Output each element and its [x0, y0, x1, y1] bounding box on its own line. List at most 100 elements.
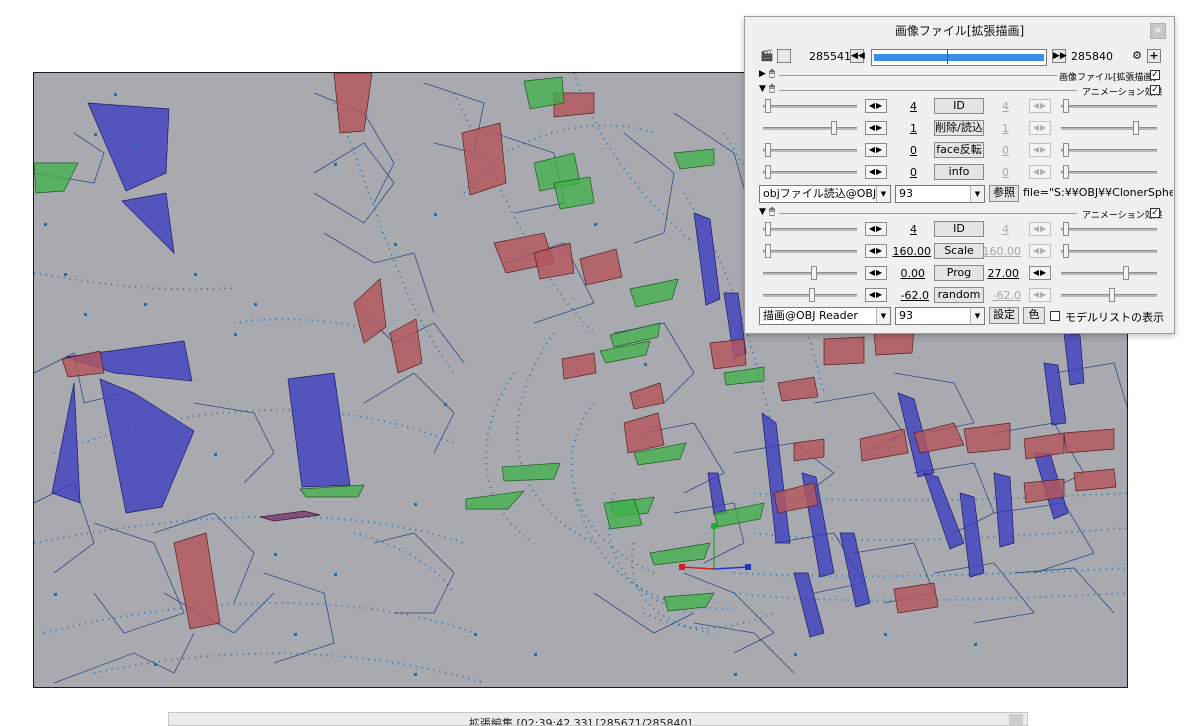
frame-range-fill [874, 54, 1044, 61]
extended-edit-close-button[interactable] [1009, 714, 1023, 725]
section-divider [779, 75, 1057, 76]
number-select[interactable]: 93 ▼ [895, 185, 985, 203]
slider-track[interactable] [763, 105, 857, 108]
mouse-icon: 🖱 [769, 68, 775, 79]
effect-select[interactable]: 描画@OBJ Reader ▼ [759, 307, 891, 325]
slider-track[interactable] [763, 228, 857, 231]
start-frame: 285541 [809, 50, 851, 63]
extended-edit-window: 拡張編集 [02:39:42.33] [285671/285840] [168, 712, 1028, 726]
value-stepper[interactable]: ◀▶ [1029, 266, 1051, 280]
slider-thumb[interactable] [1123, 266, 1129, 280]
slider-thumb[interactable] [831, 121, 837, 135]
model-list-label: モデルリストの表示 [1065, 311, 1164, 324]
slider-track[interactable] [763, 149, 857, 152]
track-value-right: 0 [1002, 144, 1009, 157]
slider-thumb[interactable] [811, 266, 817, 280]
slider-thumb [1063, 143, 1069, 157]
value-stepper-disabled: ◀▶ [1029, 222, 1051, 236]
chevron-down-icon: ▼ [876, 186, 890, 202]
slider-track[interactable] [763, 127, 857, 130]
slider-thumb[interactable] [765, 165, 771, 179]
section-divider [779, 213, 1077, 214]
section-checkbox-image-file[interactable]: ✓ [1150, 70, 1160, 80]
file-path-text: file="S:¥¥OBJ¥¥ClonerSphere [1023, 186, 1173, 199]
track-value-right: 1 [1002, 122, 1009, 135]
slider-thumb [1063, 222, 1069, 236]
track-value-right: -62.0 [992, 289, 1021, 302]
number-select-value: 93 [899, 187, 913, 200]
slider-thumb[interactable] [765, 244, 771, 258]
effect-select[interactable]: objファイル読込@OBJ Rea ▼ [759, 185, 891, 203]
current-frame-marker[interactable] [947, 49, 948, 64]
clapper-icon[interactable]: 🎬 [759, 49, 774, 63]
slider-thumb [1063, 165, 1069, 179]
slider-thumb[interactable] [765, 222, 771, 236]
track-value-right: 4 [1002, 100, 1009, 113]
slider-track[interactable] [763, 171, 857, 174]
track-value-left[interactable]: 0 [867, 166, 917, 179]
slider-thumb [1063, 99, 1069, 113]
slider-thumb [1133, 121, 1139, 135]
value-stepper-disabled: ◀▶ [1029, 165, 1051, 179]
prev-keyframe-icon[interactable]: ◀◀ [850, 49, 865, 63]
collapse-arrow-icon[interactable]: ▶ [759, 69, 766, 79]
slider-track [1061, 127, 1157, 130]
track-value-left[interactable]: 1 [867, 122, 917, 135]
effect-select-value: objファイル読込@OBJ Rea [763, 187, 891, 200]
gear-icon[interactable]: ⚙ [1130, 49, 1144, 63]
track-value-left[interactable]: -62.0 [879, 289, 929, 302]
track-value-left[interactable]: 160.00 [881, 245, 932, 258]
slider-track [1061, 250, 1157, 253]
slider-thumb [1063, 244, 1069, 258]
add-button[interactable]: + [1147, 49, 1161, 63]
value-stepper-disabled: ◀▶ [1029, 121, 1051, 135]
slider-thumb[interactable] [765, 99, 771, 113]
track-value-left[interactable]: 4 [867, 223, 917, 236]
track-value-right[interactable]: 27.00 [969, 267, 1020, 280]
slider-thumb[interactable] [765, 143, 771, 157]
value-stepper-disabled: ◀▶ [1029, 288, 1051, 302]
mouse-icon: 🖱 [769, 83, 775, 94]
effect-select-value: 描画@OBJ Reader [763, 309, 858, 322]
slider-thumb[interactable] [809, 288, 815, 302]
chevron-down-icon: ▼ [970, 186, 984, 202]
slider-thumb [1109, 288, 1115, 302]
next-keyframe-icon[interactable]: ▶▶ [1052, 49, 1067, 63]
track-value-left[interactable]: 4 [867, 100, 917, 113]
slider-track [1061, 105, 1157, 108]
slider-track[interactable] [763, 272, 857, 275]
track-value-right: 0 [1002, 166, 1009, 179]
mouse-icon: 🖱 [769, 206, 775, 217]
value-stepper-disabled: ◀▶ [1029, 99, 1051, 113]
section-label-image-file: 画像ファイル[拡張描画] [1059, 73, 1157, 83]
model-list-checkbox[interactable] [1050, 311, 1060, 321]
chevron-down-icon: ▼ [876, 308, 890, 324]
settings-button[interactable]: 設定 [989, 307, 1019, 324]
reference-button[interactable]: 参照 [989, 185, 1019, 202]
track-value-left[interactable]: 0.00 [875, 267, 926, 280]
value-stepper-disabled: ◀▶ [1029, 143, 1051, 157]
section-divider [779, 90, 1077, 91]
object-properties-window: 画像ファイル[拡張描画] × 🎬 285541 ◀◀ ▶▶ 285840 ⚙ +… [744, 16, 1175, 334]
expand-arrow-icon[interactable]: ▼ [759, 207, 766, 217]
color-button[interactable]: 色 [1023, 307, 1045, 324]
slider-track[interactable] [763, 250, 857, 253]
expand-arrow-icon[interactable]: ▼ [759, 84, 766, 94]
track-value-right: 4 [1002, 223, 1009, 236]
section-checkbox-animation-1[interactable]: ✓ [1150, 85, 1160, 95]
frame-range-bar[interactable] [871, 49, 1047, 66]
extended-edit-title: 拡張編集 [02:39:42.33] [285671/285840] [469, 717, 692, 726]
number-select[interactable]: 93 ▼ [895, 307, 985, 325]
track-value-left[interactable]: 0 [867, 144, 917, 157]
chevron-down-icon: ▼ [970, 308, 984, 324]
track-value-right: 160.00 [982, 245, 1022, 258]
section-checkbox-animation-2[interactable]: ✓ [1150, 208, 1160, 218]
split-view-icon[interactable] [777, 49, 791, 63]
end-frame: 285840 [1071, 50, 1113, 63]
close-button[interactable]: × [1150, 23, 1166, 39]
slider-track[interactable] [1061, 272, 1157, 275]
value-stepper-disabled: ◀▶ [1029, 244, 1051, 258]
slider-track [1061, 149, 1157, 152]
number-select-value: 93 [899, 309, 913, 322]
slider-track [1061, 171, 1157, 174]
